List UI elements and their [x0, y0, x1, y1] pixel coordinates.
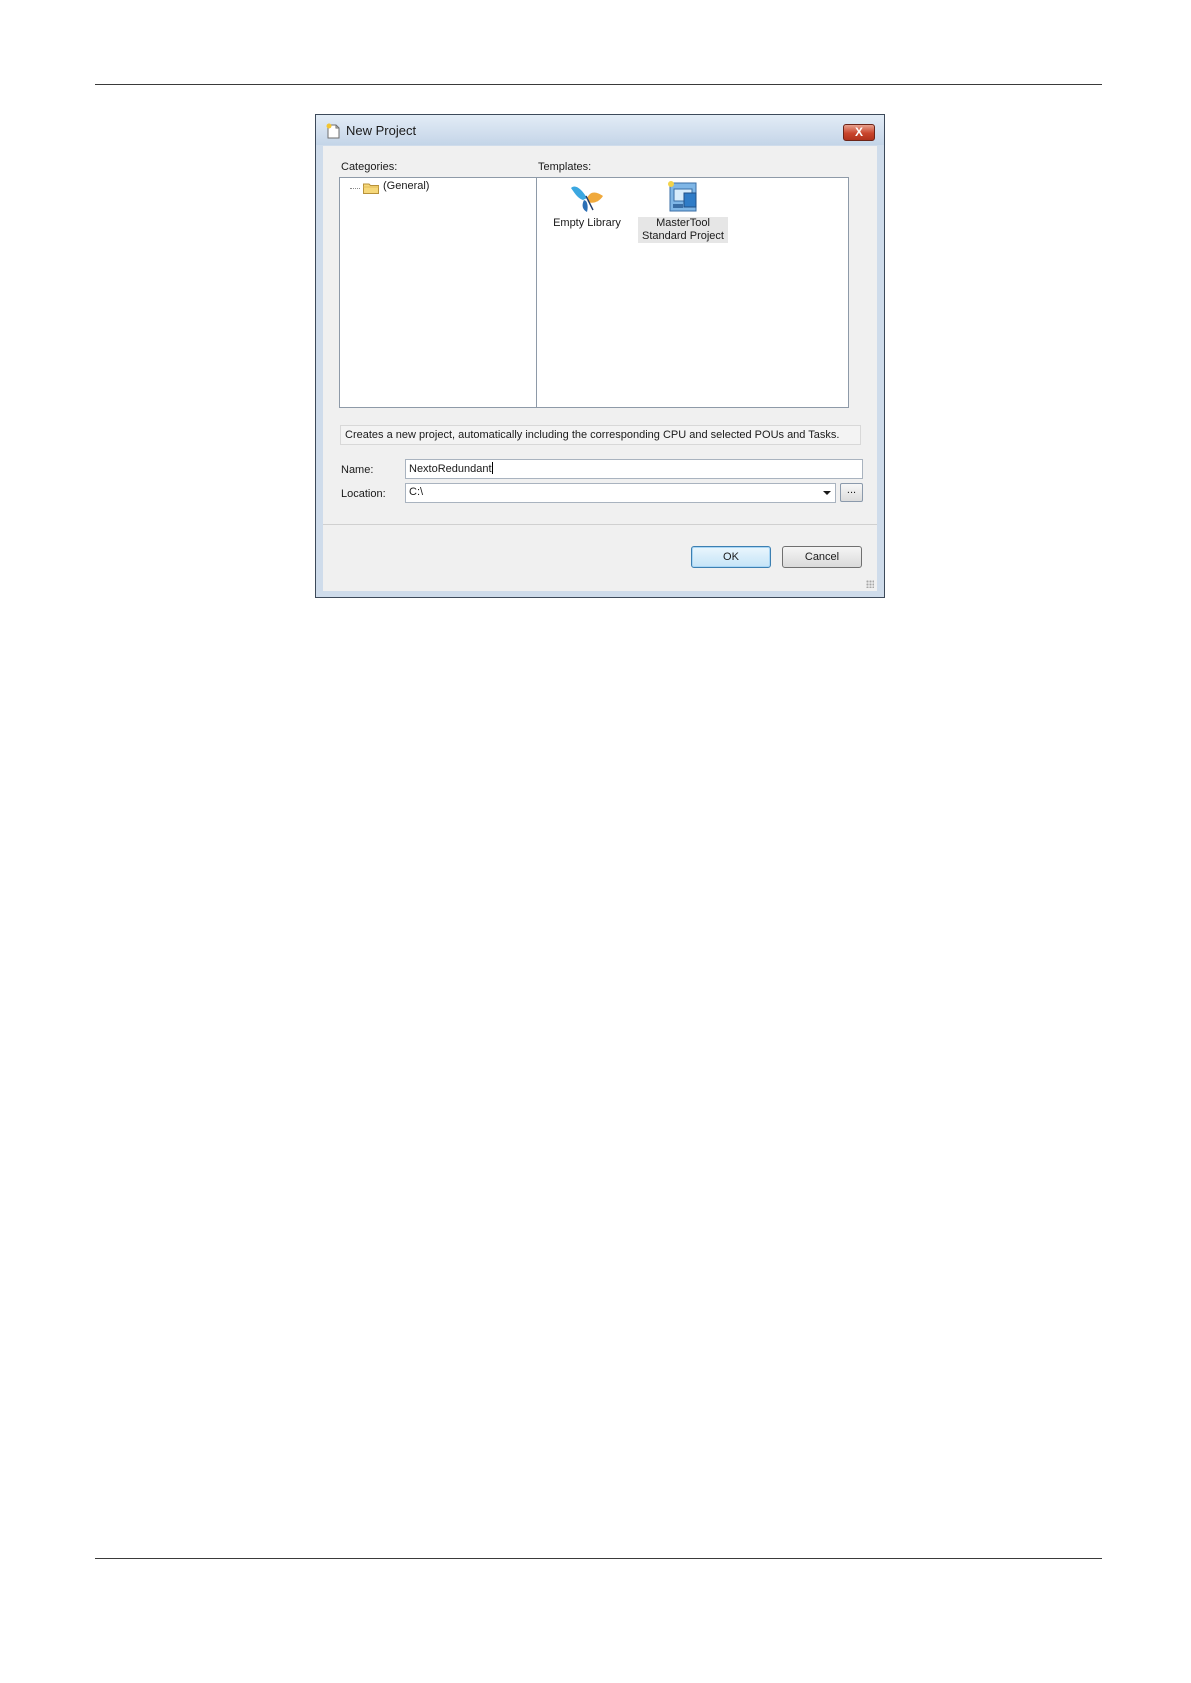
name-label: Name:: [341, 464, 374, 476]
tree-item-general[interactable]: (General): [383, 180, 429, 192]
categories-tree[interactable]: (General): [339, 177, 537, 408]
location-value: C:\: [409, 486, 424, 498]
template-label-line-1: MasterTool: [638, 217, 728, 230]
name-value: NextoRedundant: [409, 463, 492, 475]
library-icon: [571, 186, 603, 212]
dropdown-arrow-icon[interactable]: [823, 491, 831, 495]
templates-list[interactable]: Empty Library MasterTool Standard Projec…: [536, 177, 849, 408]
name-input[interactable]: NextoRedundant: [405, 459, 863, 479]
new-project-dialog: New Project X Categories: Templates: (Ge…: [315, 114, 885, 598]
tree-connector: [350, 188, 360, 189]
project-icon: [668, 181, 697, 212]
browse-button[interactable]: ...: [840, 483, 863, 502]
resize-grip-icon[interactable]: [866, 580, 874, 588]
template-empty-library[interactable]: Empty Library: [546, 182, 628, 230]
template-label: Empty Library: [553, 217, 621, 229]
cancel-button[interactable]: Cancel: [782, 546, 862, 568]
title-bar[interactable]: New Project X: [316, 115, 884, 145]
page-footer-rule: [95, 1558, 1102, 1559]
close-button[interactable]: X: [843, 124, 875, 141]
template-description: Creates a new project, automatically inc…: [340, 425, 861, 445]
ok-button[interactable]: OK: [691, 546, 771, 568]
location-combobox[interactable]: C:\: [405, 483, 836, 503]
button-separator: [323, 524, 877, 525]
dialog-client-area: Categories: Templates: (General) Empty L…: [323, 146, 877, 591]
new-project-icon: [326, 123, 340, 139]
page-header-rule: [95, 84, 1102, 85]
text-caret: [491, 462, 493, 474]
template-label-line-2: Standard Project: [638, 230, 728, 243]
template-mastertool-standard-project[interactable]: MasterTool Standard Project: [638, 180, 728, 243]
categories-label: Categories:: [341, 161, 398, 173]
folder-icon: [363, 183, 379, 194]
dialog-title: New Project: [346, 123, 417, 138]
templates-label: Templates:: [538, 161, 592, 173]
location-label: Location:: [341, 488, 386, 500]
